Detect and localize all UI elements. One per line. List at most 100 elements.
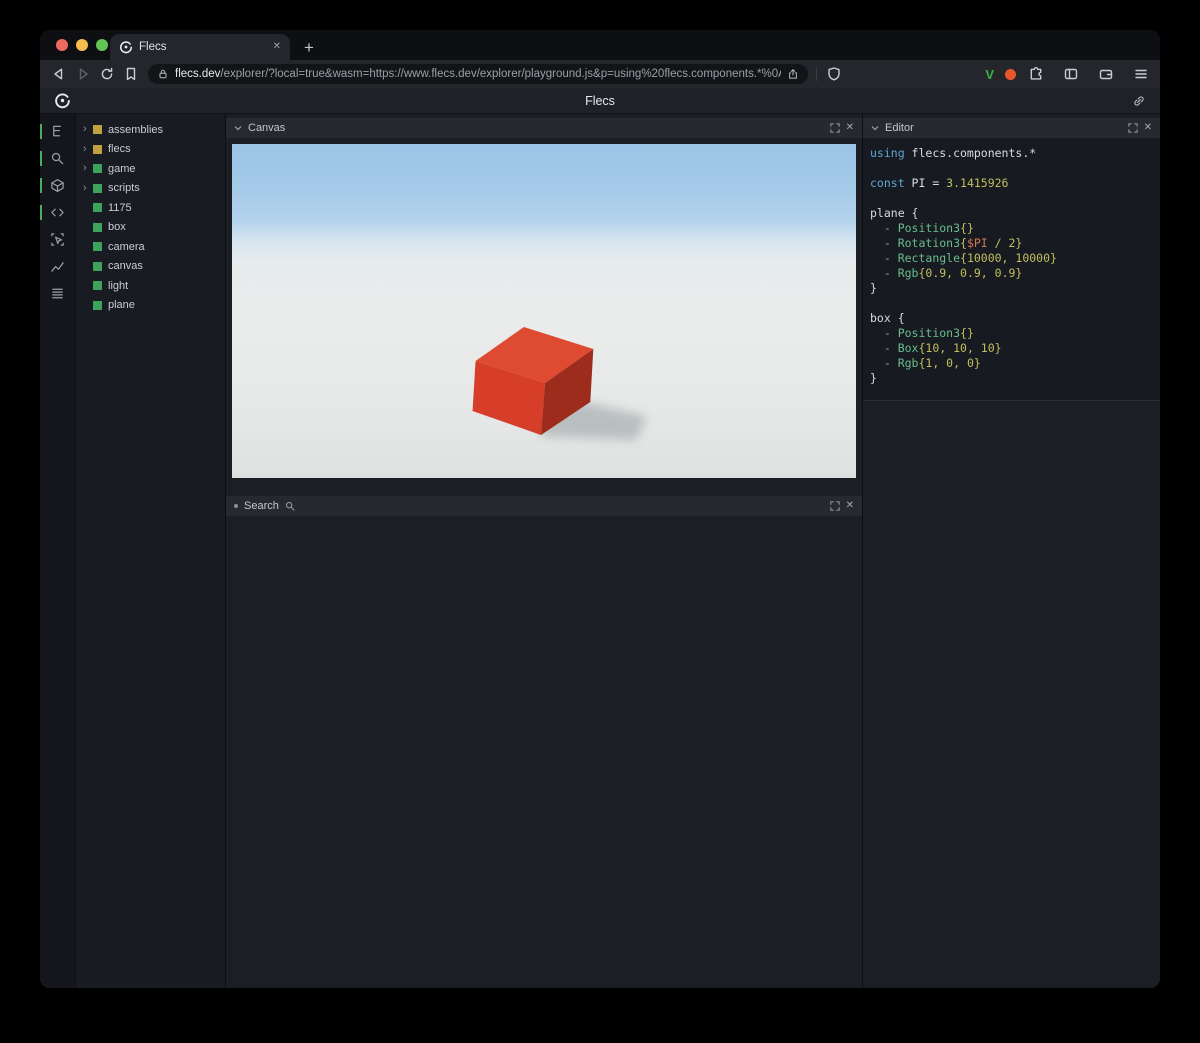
editor-empty-area (863, 401, 1160, 988)
code-line[interactable]: - Rgb{0.9, 0.9, 0.9} (870, 266, 1154, 281)
expand-chevron-icon[interactable]: › (83, 182, 93, 194)
entity-kind-swatch (93, 261, 102, 271)
tree-item-game[interactable]: › game (76, 159, 225, 179)
chevron-down-icon[interactable] (234, 124, 242, 132)
sidebar-toggle-icon[interactable] (1062, 65, 1080, 83)
vimium-extension-icon[interactable]: V (985, 68, 994, 81)
new-tab-button[interactable]: + (304, 39, 314, 56)
toolbar-divider (816, 67, 817, 81)
canvas-panel-title: Canvas (248, 122, 286, 134)
tree-item-label: scripts (108, 182, 140, 195)
rail-item-chart[interactable] (40, 253, 75, 280)
code-line[interactable] (870, 161, 1154, 176)
code-line[interactable] (870, 191, 1154, 206)
code-line[interactable]: - Rgb{1, 0, 0} (870, 356, 1154, 371)
browser-toolbar: flecs.dev/explorer/?local=true&wasm=http… (40, 60, 1160, 88)
tree-item-label: 1175 (108, 201, 132, 214)
search-panel-header: Search ✕ (226, 496, 862, 516)
menu-icon[interactable] (1132, 65, 1150, 83)
expand-chevron-icon[interactable]: › (83, 143, 93, 155)
editor-code[interactable]: using flecs.components.* const PI = 3.14… (863, 138, 1160, 401)
window-minimize-button[interactable] (76, 39, 88, 51)
tree-item-box[interactable]: box (76, 218, 225, 238)
browser-tab-flecs[interactable]: Flecs ✕ (110, 34, 290, 60)
back-button[interactable] (50, 65, 68, 83)
code-line[interactable]: - Box{10, 10, 10} (870, 341, 1154, 356)
entity-kind-swatch (93, 300, 102, 310)
entity-kind-swatch (93, 203, 102, 213)
tree-item-label: game (108, 162, 136, 175)
code-line[interactable]: box { (870, 311, 1154, 326)
search-icon (51, 152, 64, 165)
tree-item-label: assemblies (108, 123, 164, 136)
code-line[interactable]: - Rotation3{$PI / 2} (870, 236, 1154, 251)
tree-item-flecs[interactable]: › flecs (76, 140, 225, 160)
expand-panel-icon[interactable] (829, 123, 840, 133)
chevron-down-icon[interactable] (871, 124, 879, 132)
code-line[interactable]: } (870, 371, 1154, 386)
close-panel-icon[interactable]: ✕ (846, 123, 854, 133)
desktop: { "browser": { "tab_title": "Flecs", "ur… (0, 0, 1200, 1043)
code-line[interactable] (870, 296, 1154, 311)
flecs-favicon-icon (119, 40, 133, 54)
canvas-viewport[interactable] (232, 144, 856, 478)
tree-item-light[interactable]: light (76, 276, 225, 296)
editor-column: Editor ✕ using flecs.components.* const … (863, 114, 1160, 988)
tree-item-plane[interactable]: plane (76, 296, 225, 316)
tree-item-assemblies[interactable]: › assemblies (76, 120, 225, 140)
window-zoom-button[interactable] (96, 39, 108, 51)
shield-icon[interactable] (825, 65, 843, 83)
bookmarks-icon[interactable] (122, 65, 140, 83)
expand-panel-icon[interactable] (1127, 123, 1138, 133)
expand-panel-icon[interactable] (829, 501, 840, 511)
rail-item-stats[interactable] (40, 280, 75, 307)
rail-item-tree[interactable] (40, 118, 75, 145)
rail-item-search[interactable] (40, 145, 75, 172)
share-icon[interactable] (787, 68, 799, 80)
code-line[interactable]: using flecs.components.* (870, 146, 1154, 161)
rail-item-code[interactable] (40, 199, 75, 226)
expand-chevron-icon[interactable]: › (83, 124, 93, 135)
entity-kind-swatch (93, 222, 102, 232)
code-line[interactable]: - Rectangle{10000, 10000} (870, 251, 1154, 266)
url-text: flecs.dev/explorer/?local=true&wasm=http… (175, 68, 781, 80)
code-icon (51, 208, 64, 217)
entity-kind-swatch (93, 164, 102, 174)
panel-collapsed-indicator-icon[interactable] (234, 504, 238, 508)
entity-kind-swatch (93, 144, 102, 154)
expand-chevron-icon[interactable]: › (83, 163, 93, 174)
tree-item-1175[interactable]: 1175 (76, 198, 225, 218)
cube-icon (51, 179, 64, 192)
close-panel-icon[interactable]: ✕ (846, 501, 854, 511)
rail-item-cube[interactable] (40, 172, 75, 199)
tab-title: Flecs (139, 41, 167, 53)
reload-button[interactable] (98, 65, 116, 83)
code-line[interactable]: - Position3{} (870, 221, 1154, 236)
wallet-icon[interactable] (1097, 65, 1115, 83)
code-line[interactable]: } (870, 281, 1154, 296)
rail-item-inspector[interactable] (40, 226, 75, 253)
orange-dot-extension-icon[interactable] (1005, 68, 1016, 80)
extensions-puzzle-icon[interactable] (1027, 65, 1045, 83)
tree-item-label: box (108, 221, 126, 234)
close-panel-icon[interactable]: ✕ (1144, 123, 1152, 133)
address-bar[interactable]: flecs.dev/explorer/?local=true&wasm=http… (148, 64, 808, 84)
tab-close-icon[interactable]: ✕ (273, 42, 281, 52)
share-link-icon[interactable] (1132, 94, 1146, 108)
window-controls (56, 39, 108, 51)
entity-tree: › assemblies › flecs › game › scripts 1175 box cam… (76, 114, 226, 988)
tree-item-label: canvas (108, 260, 143, 273)
3d-scene (472, 327, 647, 440)
code-line[interactable]: const PI = 3.1415926 (870, 176, 1154, 191)
stats-icon (52, 288, 63, 299)
inspector-icon (51, 233, 64, 246)
window-close-button[interactable] (56, 39, 68, 51)
forward-button[interactable] (74, 65, 92, 83)
code-line[interactable]: - Position3{} (870, 326, 1154, 341)
canvas-panel-header: Canvas ✕ (226, 118, 862, 138)
tree-item-scripts[interactable]: › scripts (76, 179, 225, 199)
tree-item-canvas[interactable]: canvas (76, 257, 225, 277)
entity-kind-swatch (93, 125, 102, 135)
tree-item-camera[interactable]: camera (76, 237, 225, 257)
code-line[interactable]: plane { (870, 206, 1154, 221)
